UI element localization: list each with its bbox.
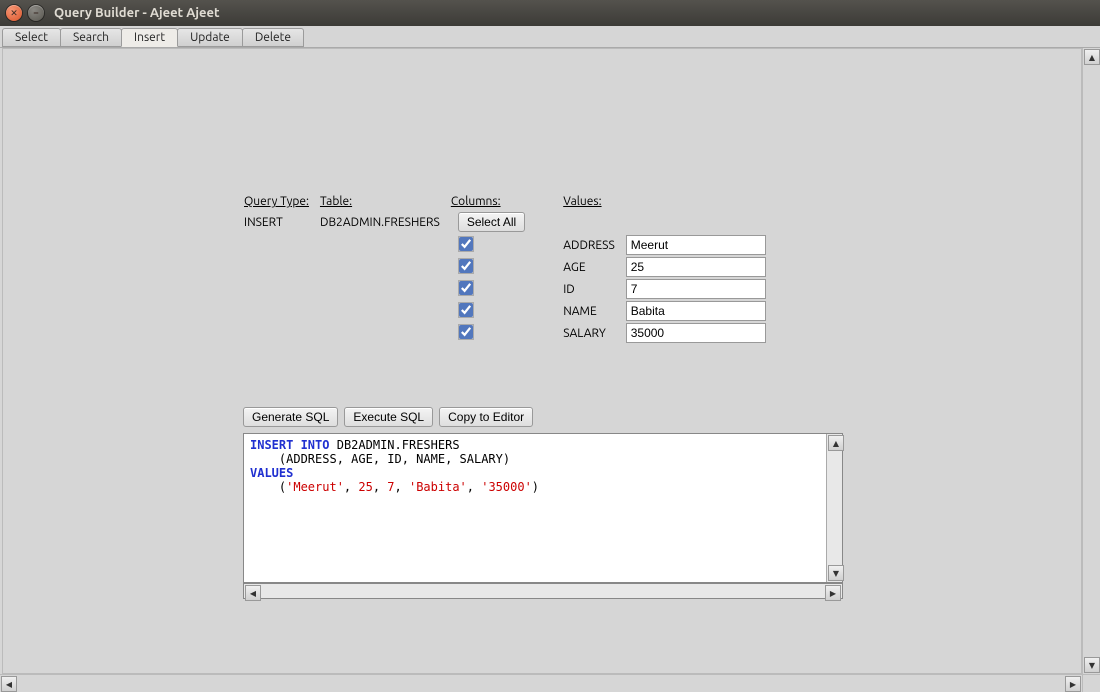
label-name: NAME — [533, 300, 625, 322]
tab-update[interactable]: Update — [177, 28, 243, 47]
sql-text[interactable]: INSERT INTO DB2ADMIN.FRESHERS (ADDRESS, … — [244, 434, 826, 582]
input-id[interactable] — [626, 279, 766, 299]
tab-delete[interactable]: Delete — [242, 28, 304, 47]
label-salary: SALARY — [533, 322, 625, 344]
tabstrip: Select Search Insert Update Delete — [0, 26, 1100, 48]
close-icon[interactable]: ✕ — [6, 5, 22, 21]
select-all-button[interactable]: Select All — [458, 212, 525, 232]
sql-table-ref: DB2ADMIN.FRESHERS — [337, 438, 460, 452]
scroll-corner — [1082, 674, 1100, 692]
generate-sql-button[interactable]: Generate SQL — [243, 407, 338, 427]
sql-v5: '35000' — [481, 480, 532, 494]
window-title: Query Builder - Ajeet Ajeet — [54, 6, 220, 20]
outer-horizontal-scrollbar[interactable]: ◀ ▶ — [0, 674, 1082, 692]
scroll-left-icon[interactable]: ◀ — [245, 585, 261, 601]
input-name[interactable] — [626, 301, 766, 321]
input-salary[interactable] — [626, 323, 766, 343]
sql-v1: 'Meerut' — [286, 480, 344, 494]
checkbox-id[interactable] — [459, 281, 473, 295]
sql-output: INSERT INTO DB2ADMIN.FRESHERS (ADDRESS, … — [243, 433, 843, 583]
tab-select[interactable]: Select — [2, 28, 61, 47]
content-pane: Query Type: Table: Columns: Values: INSE… — [2, 48, 1082, 674]
query-type-value: INSERT — [243, 210, 319, 234]
outer-scroll-up-icon[interactable]: ▲ — [1084, 49, 1100, 65]
sql-vals-suffix: ) — [532, 480, 539, 494]
minimize-icon[interactable]: – — [28, 5, 44, 21]
input-address[interactable] — [626, 235, 766, 255]
input-age[interactable] — [626, 257, 766, 277]
table-name: DB2ADMIN.FRESHERS — [319, 210, 450, 234]
sql-v3: 7 — [387, 480, 394, 494]
header-query-type: Query Type: — [243, 194, 319, 210]
scroll-right-icon[interactable]: ▶ — [825, 585, 841, 601]
action-row: Generate SQL Execute SQL Copy to Editor — [243, 407, 533, 427]
outer-scroll-left-icon[interactable]: ◀ — [1, 676, 17, 692]
header-table: Table: — [319, 194, 450, 210]
checkbox-address[interactable] — [459, 237, 473, 251]
sql-horizontal-scrollbar[interactable]: ◀ ▶ — [243, 583, 843, 599]
outer-scroll-right-icon[interactable]: ▶ — [1065, 676, 1081, 692]
copy-to-editor-button[interactable]: Copy to Editor — [439, 407, 533, 427]
label-age: AGE — [533, 256, 625, 278]
header-columns: Columns: — [450, 194, 533, 210]
scroll-down-icon[interactable]: ▼ — [828, 565, 844, 581]
sql-v4: 'Babita' — [409, 480, 467, 494]
query-form: Query Type: Table: Columns: Values: INSE… — [243, 194, 767, 344]
header-values: Values: — [533, 194, 625, 210]
outer-vertical-scrollbar[interactable]: ▲ ▼ — [1082, 48, 1100, 674]
scroll-up-icon[interactable]: ▲ — [828, 435, 844, 451]
sql-vals-prefix: ( — [250, 480, 286, 494]
label-address: ADDRESS — [533, 234, 625, 256]
tab-search[interactable]: Search — [60, 28, 122, 47]
window-titlebar: ✕ – Query Builder - Ajeet Ajeet — [0, 0, 1100, 26]
sql-kw-values: VALUES — [250, 466, 293, 480]
sql-vertical-scrollbar[interactable]: ▲ ▼ — [826, 434, 842, 582]
checkbox-salary[interactable] — [459, 325, 473, 339]
sql-cols-line: (ADDRESS, AGE, ID, NAME, SALARY) — [250, 452, 510, 466]
tab-insert[interactable]: Insert — [121, 28, 178, 47]
checkbox-name[interactable] — [459, 303, 473, 317]
client-area: Query Type: Table: Columns: Values: INSE… — [0, 48, 1100, 692]
sql-kw-insert: INSERT INTO — [250, 438, 329, 452]
execute-sql-button[interactable]: Execute SQL — [344, 407, 433, 427]
sql-v2: 25 — [358, 480, 372, 494]
label-id: ID — [533, 278, 625, 300]
outer-scroll-down-icon[interactable]: ▼ — [1084, 657, 1100, 673]
checkbox-age[interactable] — [459, 259, 473, 273]
